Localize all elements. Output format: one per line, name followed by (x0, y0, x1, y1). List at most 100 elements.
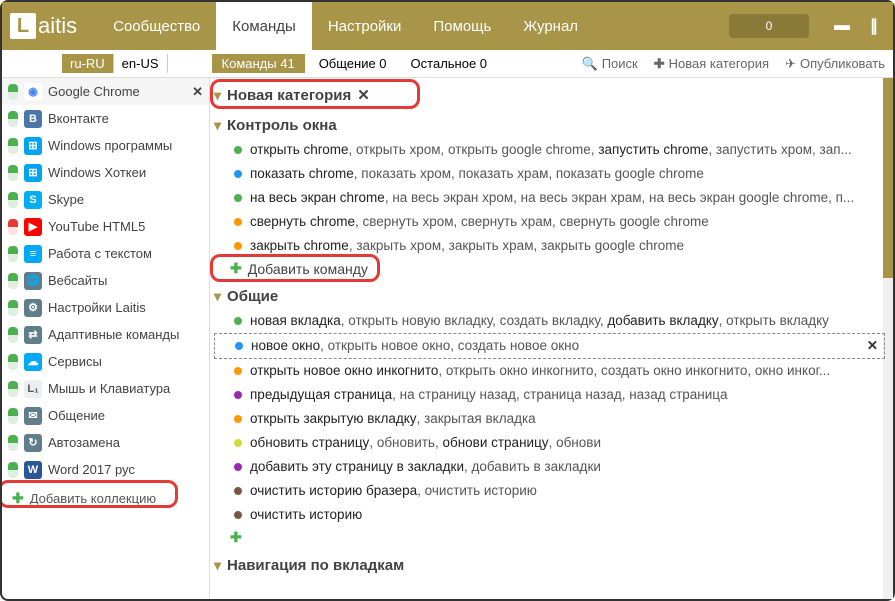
status-dot (234, 391, 242, 399)
command-row[interactable]: открыть новое окно инкогнито, открыть ок… (214, 359, 885, 383)
sidebar-item[interactable]: ⇄Адаптивные команды (2, 321, 209, 348)
toggle-icon[interactable] (8, 192, 18, 208)
command-row[interactable]: очистить историю (214, 503, 885, 527)
toggle-icon[interactable] (8, 381, 18, 397)
add-collection-button[interactable]: ✚ Добавить коллекцию (2, 483, 209, 513)
nav-tab-Сообщество[interactable]: Сообщество (97, 2, 216, 50)
chevron-down-icon: ▾ (214, 117, 221, 134)
plus-icon: ✚ (230, 260, 242, 277)
command-row[interactable]: открыть закрытую вкладку, закрытая вклад… (214, 407, 885, 431)
close-icon[interactable]: ✕ (867, 336, 878, 356)
command-text: закрыть chrome, закрыть хром, закрыть хр… (250, 236, 684, 256)
lang-en-US[interactable]: en-US (114, 54, 168, 73)
command-row[interactable]: предыдущая страница, на страницу назад, … (214, 383, 885, 407)
sidebar-item-label: Вебсайты (48, 273, 203, 288)
toggle-icon[interactable] (8, 84, 18, 100)
toggle-icon[interactable] (8, 435, 18, 451)
plus-icon: ✚ (654, 56, 665, 72)
status-dot (234, 146, 242, 154)
toggle-icon[interactable] (8, 165, 18, 181)
toggle-icon[interactable] (8, 138, 18, 154)
sidebar-item-label: YouTube HTML5 (48, 219, 203, 234)
minimize-button[interactable]: ▬ (831, 15, 853, 37)
command-row[interactable]: новая вкладка, открыть новую вкладку, со… (214, 309, 885, 333)
status-dot (234, 367, 242, 375)
status-dot (235, 342, 243, 350)
app-icon: ◉ (24, 83, 42, 101)
pause-button[interactable]: ∥ (863, 15, 885, 37)
app-icon: ↻ (24, 434, 42, 452)
nav-tab-Команды[interactable]: Команды (216, 2, 312, 50)
section-common[interactable]: ▾ Общие (214, 283, 885, 309)
toggle-icon[interactable] (8, 327, 18, 343)
publish-action[interactable]: ✈Опубликовать (777, 56, 893, 72)
toggle-icon[interactable] (8, 408, 18, 424)
filter-tab[interactable]: Команды 41 (212, 54, 305, 73)
new-category-action[interactable]: ✚Новая категория (646, 56, 777, 72)
app-icon: ▶ (24, 218, 42, 236)
sidebar-item-label: Вконтакте (48, 111, 203, 126)
sidebar-item-label: Сервисы (48, 354, 203, 369)
command-text: показать chrome, показать хром, показать… (250, 164, 704, 184)
close-icon[interactable]: ✕ (192, 84, 203, 100)
sidebar-item[interactable]: ⊞Windows Хоткеи (2, 159, 209, 186)
lang-ru-RU[interactable]: ru-RU (62, 54, 114, 73)
sidebar-item[interactable]: ≡Работа с текстом (2, 240, 209, 267)
filter-tab[interactable]: Остальное 0 (401, 54, 498, 73)
nav-tab-Журнал[interactable]: Журнал (507, 2, 594, 50)
sidebar-item[interactable]: WWord 2017 рус (2, 456, 209, 483)
app-icon: ⊞ (24, 137, 42, 155)
command-row[interactable]: новое окно, открыть новое окно, создать … (214, 333, 885, 359)
command-text: предыдущая страница, на страницу назад, … (250, 385, 728, 405)
command-row[interactable]: обновить страницу, обновить, обнови стра… (214, 431, 885, 455)
sidebar-item[interactable]: SSkype (2, 186, 209, 213)
toggle-icon[interactable] (8, 246, 18, 262)
command-row[interactable]: добавить эту страницу в закладки, добави… (214, 455, 885, 479)
add-command-button[interactable]: ✚ (214, 527, 885, 548)
sidebar-item[interactable]: BВконтакте (2, 105, 209, 132)
sidebar-item-label: Google Chrome (48, 84, 186, 99)
toggle-icon[interactable] (8, 111, 18, 127)
nav-tab-Настройки[interactable]: Настройки (312, 2, 418, 50)
status-dot (234, 487, 242, 495)
command-row[interactable]: открыть chrome, открыть хром, открыть go… (214, 138, 885, 162)
search-icon: 🔍 (582, 56, 598, 72)
toggle-icon[interactable] (8, 462, 18, 478)
toggle-icon[interactable] (8, 354, 18, 370)
app-icon: S (24, 191, 42, 209)
status-dot (234, 439, 242, 447)
command-text: свернуть chrome, свернуть хром, свернуть… (250, 212, 709, 232)
sidebar-item[interactable]: L₁Мышь и Клавиатура (2, 375, 209, 402)
sidebar-item[interactable]: ◉ Google Chrome ✕ (2, 78, 209, 105)
scrollbar-thumb[interactable] (883, 78, 893, 278)
toggle-icon[interactable] (8, 219, 18, 235)
toggle-icon[interactable] (8, 300, 18, 316)
command-row[interactable]: на весь экран chrome, на весь экран хром… (214, 186, 885, 210)
section-tab-navigation[interactable]: ▾ Навигация по вкладкам (214, 552, 885, 578)
command-row[interactable]: свернуть chrome, свернуть хром, свернуть… (214, 210, 885, 234)
nav-tab-Помощь[interactable]: Помощь (417, 2, 507, 50)
content-pane: ▾ Новая категория ✕ ▾ Контроль окна откр… (210, 78, 893, 599)
section-new-category[interactable]: ▾ Новая категория ✕ (214, 82, 885, 108)
search-action[interactable]: 🔍Поиск (574, 56, 646, 72)
close-icon[interactable]: ✕ (357, 86, 370, 104)
app-logo-icon: L (10, 13, 36, 39)
sidebar-item[interactable]: ▶ YouTube HTML5 (2, 213, 209, 240)
sidebar-item[interactable]: ↻ Автозамена (2, 429, 209, 456)
sidebar-item[interactable]: ⊞Windows программы (2, 132, 209, 159)
sidebar-item[interactable]: ✉Общение (2, 402, 209, 429)
add-command-button[interactable]: ✚ Добавить команду (214, 258, 885, 279)
sidebar-item-label: Windows Хоткеи (48, 165, 203, 180)
command-row[interactable]: очистить историю бразера, очистить истор… (214, 479, 885, 503)
sidebar-item[interactable]: 🌐Вебсайты (2, 267, 209, 294)
sidebar-item-label: Автозамена (48, 435, 203, 450)
command-row[interactable]: закрыть chrome, закрыть хром, закрыть хр… (214, 234, 885, 258)
filter-tab[interactable]: Общение 0 (309, 54, 397, 73)
toggle-icon[interactable] (8, 273, 18, 289)
command-row[interactable]: показать chrome, показать хром, показать… (214, 162, 885, 186)
title-counter[interactable]: 0 (729, 14, 809, 38)
sidebar-item[interactable]: ⚙Настройки Laitis (2, 294, 209, 321)
section-window-control[interactable]: ▾ Контроль окна (214, 112, 885, 138)
sidebar-item[interactable]: ☁Сервисы (2, 348, 209, 375)
command-text: новое окно, открыть новое окно, создать … (251, 336, 579, 356)
